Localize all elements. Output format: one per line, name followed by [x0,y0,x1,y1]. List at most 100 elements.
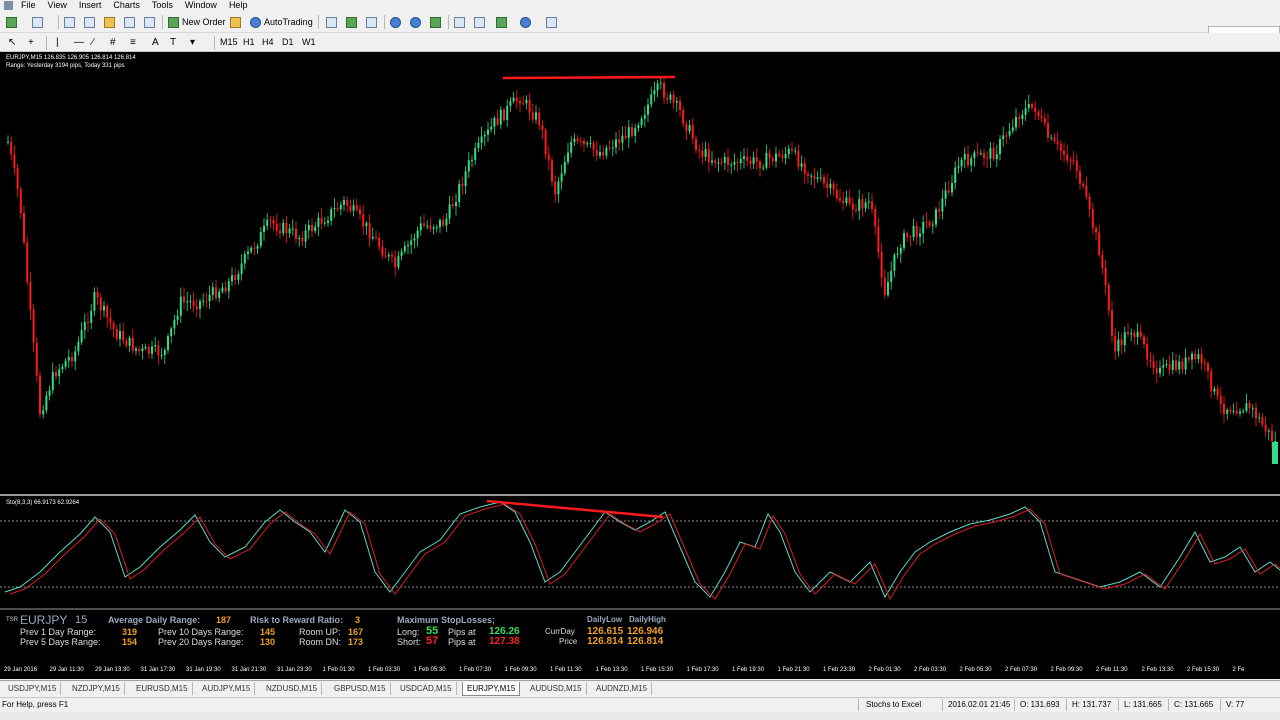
tab-audjpy[interactable]: AUDJPY,M15 [198,682,256,695]
candle [855,204,857,214]
tab-audusd[interactable]: AUDUSD,M15 [526,682,587,695]
line-chart-button[interactable] [366,14,380,30]
tab-gbpusd[interactable]: GBPUSD,M15 [330,682,391,695]
tab-usdjpy[interactable]: USDJPY,M15 [4,682,62,695]
candle [122,322,125,345]
candle [698,144,701,159]
candle [256,243,259,255]
menu-window[interactable]: Window [185,0,217,11]
indicators-button[interactable] [496,14,510,30]
chart-window[interactable]: EURJPY,M15 126.835 126.905 126.814 126.8… [0,52,1280,679]
candle [602,145,605,160]
tab-nzdusd[interactable]: NZDUSD,M15 [262,682,323,695]
vertical-line-icon: | [56,36,59,48]
new-order-button[interactable]: New Order [168,14,226,30]
menu-insert[interactable]: Insert [79,0,102,11]
tester-button[interactable] [144,14,158,30]
menu-help[interactable]: Help [229,0,248,11]
timeframe-h1[interactable]: H1 [243,34,255,50]
price-chart[interactable] [0,52,1280,679]
timeframe-w1[interactable]: W1 [302,34,316,50]
terminal-button[interactable] [124,14,138,30]
candlesticks-button[interactable] [346,14,360,30]
candle [55,366,57,381]
candle [538,107,541,131]
candle [221,282,224,294]
data-window-button[interactable] [84,14,98,30]
tab-usdcad[interactable]: USDCAD,M15 [396,682,457,695]
timeframe-h4[interactable]: H4 [262,34,274,50]
candle [762,164,765,172]
templates-button[interactable] [546,14,560,30]
zoom-in-button[interactable] [390,14,404,30]
candle [682,106,685,127]
new-chart-button[interactable] [6,14,20,30]
bar-chart-button[interactable] [326,14,340,30]
trendline-button[interactable]: ∕ [92,34,94,50]
tab-eurusd[interactable]: EURUSD,M15 [132,682,193,695]
candle [131,329,134,355]
candle [71,352,73,367]
timeframe-d1[interactable]: D1 [282,34,294,50]
profiles-button[interactable] [32,14,46,30]
zoom-out-button[interactable] [410,14,424,30]
candle [800,155,803,172]
price-low: 126.814 [587,636,624,647]
text-label-button[interactable]: T [170,34,176,50]
time-axis-label: 29 Jan 11:30 [49,667,84,673]
candle [1251,404,1254,418]
periods-button[interactable] [520,14,534,30]
arrows-button[interactable]: ▾ [190,34,195,50]
tab-eurjpy[interactable]: EURJPY,M15 [462,682,521,696]
menu-view[interactable]: View [48,0,67,11]
candle [647,98,649,123]
candle [599,144,601,159]
candle [176,309,179,326]
auto-trading-button[interactable]: AutoTrading [250,14,313,30]
candle [359,204,361,220]
time-axis-label: 1 Feb 07:30 [459,667,492,673]
candle [343,196,345,211]
navigator-button[interactable] [104,14,118,30]
tile-windows-button[interactable] [430,14,444,30]
chart-shift-button[interactable] [454,14,468,30]
crosshair-button[interactable]: + [28,34,34,50]
cursor-button[interactable]: ↖ [8,34,16,50]
time-axis-label: 1 Feb 09:30 [504,667,537,673]
candle [1002,126,1005,147]
timeframe-m15[interactable]: M15 [220,34,238,50]
periods-icon [520,16,531,28]
prev10-value: 145 [260,627,276,637]
channel-button[interactable]: # [110,34,116,50]
candle [826,173,829,198]
candle [883,269,886,299]
candle [1226,407,1229,420]
market-watch-button[interactable] [64,14,78,30]
auto-scroll-button[interactable] [474,14,488,30]
candle [83,313,86,340]
candle [656,80,659,98]
metaeditor-button[interactable] [230,14,244,30]
candle [995,144,998,168]
candle [541,120,544,140]
vertical-line-button[interactable]: | [56,34,59,50]
menu-file[interactable]: File [21,0,36,11]
candle [979,149,982,156]
tab-nzdjpy[interactable]: NZDJPY,M15 [68,682,125,695]
text-button[interactable]: A [152,34,159,50]
candle [890,261,893,290]
menu-charts[interactable]: Charts [113,0,140,11]
candle [707,142,710,173]
price-label: Price [559,637,578,646]
horizontal-line-button[interactable]: — [74,34,84,50]
candle [816,171,819,183]
tab-audnzd[interactable]: AUDNZD,M15 [592,682,653,695]
time-axis-label: 2 Fe [1232,667,1245,673]
menu-tools[interactable]: Tools [152,0,173,11]
candle [925,212,928,229]
candle [791,141,793,154]
candle [445,213,448,232]
time-axis-label: 1 Feb 03:30 [368,667,401,673]
candle [554,175,557,203]
fibonacci-button[interactable]: ≡ [130,34,136,50]
